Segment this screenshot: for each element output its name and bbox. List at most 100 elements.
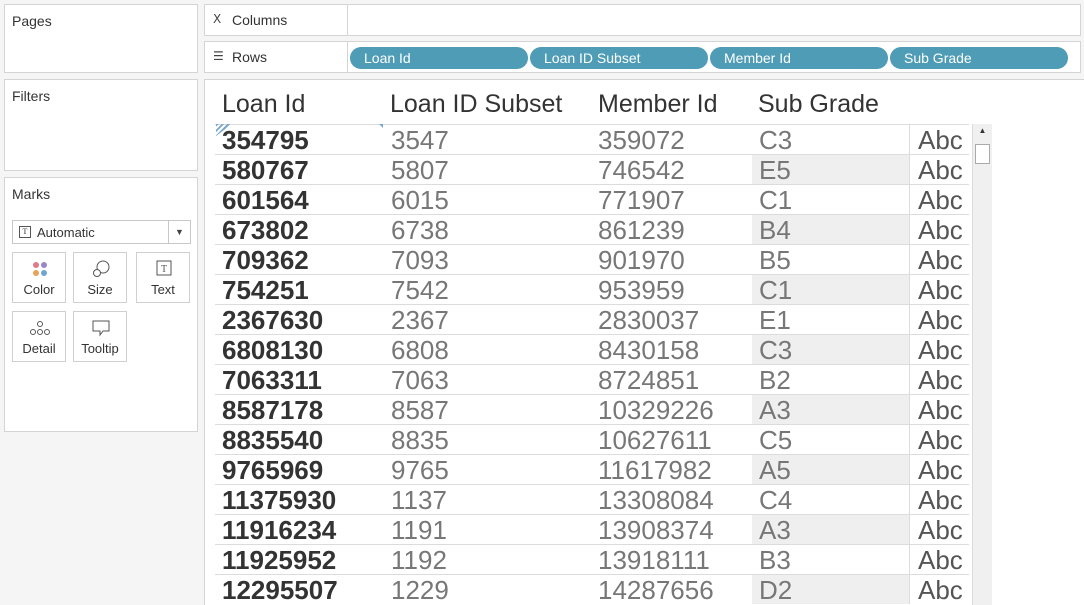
abc-text-mark[interactable]: Abc <box>909 245 969 275</box>
loan-id-cell[interactable]: 8835540 <box>222 425 323 455</box>
pill-sub-grade[interactable]: Sub Grade <box>890 47 1068 69</box>
loan-id-subset-cell[interactable]: 7063 <box>391 365 449 395</box>
sub-grade-cell[interactable]: B4 <box>752 215 909 245</box>
pill-loan-id[interactable]: Loan Id <box>350 47 528 69</box>
abc-text-mark[interactable]: Abc <box>909 215 969 245</box>
member-id-cell[interactable]: 8430158 <box>598 335 699 365</box>
table-row[interactable]: 7063311 7063 8724851 B2 Abc <box>215 364 969 395</box>
tooltip-button[interactable]: Tooltip <box>73 311 127 362</box>
table-row[interactable]: 8587178 8587 10329226 A3 Abc <box>215 394 969 425</box>
sub-grade-cell[interactable]: A5 <box>752 455 909 485</box>
member-id-cell[interactable]: 359072 <box>598 125 685 155</box>
abc-text-mark[interactable]: Abc <box>909 185 969 215</box>
scroll-up-icon[interactable]: ▲ <box>973 126 992 140</box>
sub-grade-cell[interactable]: C3 <box>752 335 909 365</box>
loan-id-subset-cell[interactable]: 6808 <box>391 335 449 365</box>
abc-text-mark[interactable]: Abc <box>909 305 969 335</box>
header-sub-grade[interactable]: Sub Grade <box>758 90 879 119</box>
sub-grade-cell[interactable]: B5 <box>752 245 909 275</box>
abc-text-mark[interactable]: Abc <box>909 425 969 455</box>
sub-grade-cell[interactable]: E1 <box>752 305 909 335</box>
member-id-cell[interactable]: 8724851 <box>598 365 699 395</box>
table-row[interactable]: 2367630 2367 2830037 E1 Abc <box>215 304 969 335</box>
loan-id-subset-cell[interactable]: 9765 <box>391 455 449 485</box>
loan-id-subset-cell[interactable]: 6738 <box>391 215 449 245</box>
loan-id-cell[interactable]: 601564 <box>222 185 309 215</box>
sub-grade-cell[interactable]: C4 <box>752 485 909 515</box>
table-row[interactable]: 673802 6738 861239 B4 Abc <box>215 214 969 245</box>
member-id-cell[interactable]: 861239 <box>598 215 685 245</box>
mark-type-dropdown[interactable]: T Automatic ▼ <box>12 220 191 244</box>
loan-id-subset-cell[interactable]: 1192 <box>391 545 447 575</box>
member-id-cell[interactable]: 953959 <box>598 275 685 305</box>
loan-id-cell[interactable]: 12295507 <box>222 575 338 605</box>
abc-text-mark[interactable]: Abc <box>909 335 969 365</box>
member-id-cell[interactable]: 2830037 <box>598 305 699 335</box>
pill-loan-id-subset[interactable]: Loan ID Subset <box>530 47 708 69</box>
table-row[interactable]: 11375930 1137 13308084 C4 Abc <box>215 484 969 515</box>
abc-text-mark[interactable]: Abc <box>909 275 969 305</box>
loan-id-subset-cell[interactable]: 2367 <box>391 305 449 335</box>
header-loan-id[interactable]: Loan Id <box>222 90 305 119</box>
pill-member-id[interactable]: Member Id <box>710 47 888 69</box>
sub-grade-cell[interactable]: A3 <box>752 515 909 545</box>
loan-id-cell[interactable]: 709362 <box>222 245 309 275</box>
loan-id-subset-cell[interactable]: 3547 <box>391 125 449 155</box>
abc-text-mark[interactable]: Abc <box>909 155 969 185</box>
loan-id-subset-cell[interactable]: 7542 <box>391 275 449 305</box>
table-row[interactable]: 754251 7542 953959 C1 Abc <box>215 274 969 305</box>
sub-grade-cell[interactable]: C5 <box>752 425 909 455</box>
abc-text-mark[interactable]: Abc <box>909 485 969 515</box>
sub-grade-cell[interactable]: A3 <box>752 395 909 425</box>
abc-text-mark[interactable]: Abc <box>909 515 969 545</box>
loan-id-subset-cell[interactable]: 1229 <box>391 575 449 605</box>
sub-grade-cell[interactable]: C1 <box>752 275 909 305</box>
size-button[interactable]: Size <box>73 252 127 303</box>
abc-text-mark[interactable]: Abc <box>909 125 969 155</box>
table-row[interactable]: 601564 6015 771907 C1 Abc <box>215 184 969 215</box>
abc-text-mark[interactable]: Abc <box>909 365 969 395</box>
loan-id-subset-cell[interactable]: 1137 <box>391 485 447 515</box>
loan-id-subset-cell[interactable]: 8587 <box>391 395 449 425</box>
header-loan-id-subset[interactable]: Loan ID Subset <box>390 90 562 119</box>
view-area[interactable]: Loan Id Loan ID Subset Member Id Sub Gra… <box>204 79 1084 605</box>
loan-id-subset-cell[interactable]: 7093 <box>391 245 449 275</box>
loan-id-cell[interactable]: 580767 <box>222 155 309 185</box>
abc-text-mark[interactable]: Abc <box>909 575 969 605</box>
table-row[interactable]: 9765969 9765 11617982 A5 Abc <box>215 454 969 485</box>
sub-grade-cell[interactable]: C1 <box>752 185 909 215</box>
loan-id-subset-cell[interactable]: 8835 <box>391 425 449 455</box>
member-id-cell[interactable]: 13908374 <box>598 515 714 545</box>
loan-id-cell[interactable]: 11375930 <box>222 485 336 515</box>
table-row[interactable]: 11916234 1191 13908374 A3 Abc <box>215 514 969 545</box>
loan-id-cell[interactable]: 7063311 <box>222 365 322 395</box>
loan-id-cell[interactable]: 11916234 <box>222 515 336 545</box>
vertical-scrollbar[interactable]: ▲ <box>972 124 992 605</box>
table-row[interactable]: 8835540 8835 10627611 C5 Abc <box>215 424 969 455</box>
loan-id-cell[interactable]: 354795 <box>222 125 309 155</box>
loan-id-cell[interactable]: 754251 <box>222 275 309 305</box>
loan-id-cell[interactable]: 9765969 <box>222 455 323 485</box>
member-id-cell[interactable]: 13918111 <box>598 545 710 575</box>
sub-grade-cell[interactable]: B2 <box>752 365 909 395</box>
table-row[interactable]: 354795 3547 359072 C3 Abc <box>215 124 969 155</box>
sub-grade-cell[interactable]: B3 <box>752 545 909 575</box>
abc-text-mark[interactable]: Abc <box>909 545 969 575</box>
member-id-cell[interactable]: 14287656 <box>598 575 714 605</box>
sub-grade-cell[interactable]: C3 <box>752 125 909 155</box>
sub-grade-cell[interactable]: E5 <box>752 155 909 185</box>
member-id-cell[interactable]: 746542 <box>598 155 685 185</box>
chevron-down-icon[interactable]: ▼ <box>168 221 190 243</box>
member-id-cell[interactable]: 10329226 <box>598 395 714 425</box>
table-row[interactable]: 12295507 1229 14287656 D2 Abc <box>215 574 969 605</box>
sub-grade-cell[interactable]: D2 <box>752 575 909 605</box>
pages-card[interactable]: Pages <box>4 4 198 73</box>
loan-id-cell[interactable]: 8587178 <box>222 395 323 425</box>
table-row[interactable]: 11925952 1192 13918111 B3 Abc <box>215 544 969 575</box>
header-member-id[interactable]: Member Id <box>598 90 717 119</box>
member-id-cell[interactable]: 13308084 <box>598 485 714 515</box>
loan-id-cell[interactable]: 673802 <box>222 215 309 245</box>
detail-button[interactable]: Detail <box>12 311 66 362</box>
columns-shelf[interactable]: Ⅹ Columns <box>204 4 1081 36</box>
color-button[interactable]: Color <box>12 252 66 303</box>
